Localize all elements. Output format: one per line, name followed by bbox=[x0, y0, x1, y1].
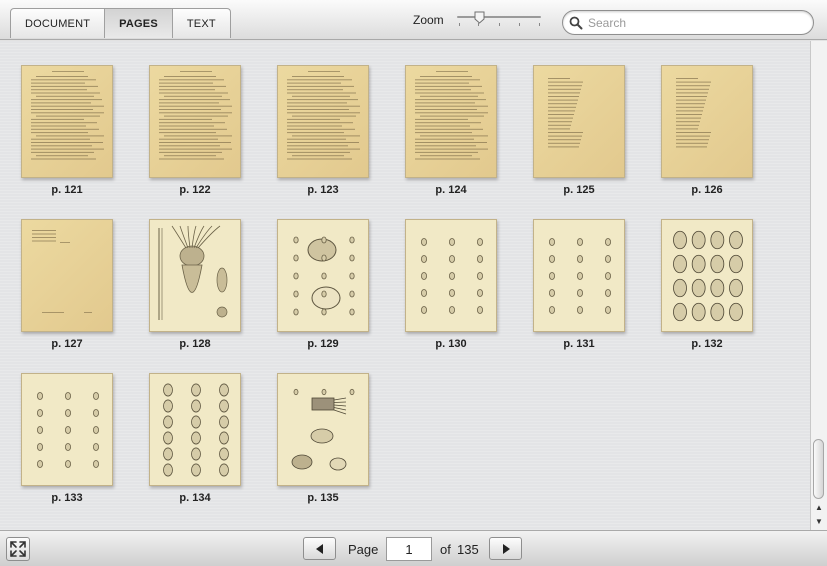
zoom-track bbox=[457, 16, 541, 18]
zoom-tick bbox=[459, 23, 460, 26]
page-preview-image[interactable] bbox=[277, 219, 369, 332]
zoom-tick bbox=[539, 23, 540, 26]
search-input[interactable] bbox=[588, 15, 808, 30]
tab-pages[interactable]: PAGES bbox=[105, 9, 173, 38]
page-preview-image[interactable] bbox=[277, 373, 369, 486]
page-scan-image bbox=[287, 71, 360, 160]
arrow-right-icon bbox=[502, 543, 510, 554]
scrollbar-thumb[interactable] bbox=[813, 439, 824, 499]
page-number-label: p. 126 bbox=[691, 184, 723, 196]
page-label: Page bbox=[348, 542, 379, 557]
page-scan-image bbox=[548, 78, 583, 148]
page-preview-image[interactable] bbox=[533, 65, 625, 178]
zoom-label: Zoom bbox=[413, 13, 444, 27]
next-page-button[interactable] bbox=[489, 537, 522, 560]
view-tabs: DOCUMENT PAGES TEXT bbox=[10, 8, 231, 38]
page-number-label: p. 128 bbox=[179, 338, 211, 350]
page-scan-image bbox=[158, 225, 228, 320]
page-number-input[interactable] bbox=[386, 537, 432, 561]
page-scan-image bbox=[673, 230, 743, 322]
page-scan-image bbox=[548, 238, 612, 314]
page-number-label: p. 125 bbox=[563, 184, 595, 196]
page-preview-image[interactable] bbox=[21, 373, 113, 486]
page-scan-image bbox=[415, 71, 488, 160]
tab-document[interactable]: DOCUMENT bbox=[11, 9, 106, 38]
page-scan-image bbox=[163, 383, 229, 477]
page-scan-image bbox=[291, 388, 355, 471]
previous-page-button[interactable] bbox=[303, 537, 336, 560]
search-icon bbox=[569, 16, 583, 29]
page-scan-image bbox=[32, 230, 92, 313]
page-preview-image[interactable] bbox=[405, 219, 497, 332]
page-scan-image bbox=[293, 236, 355, 316]
fullscreen-icon bbox=[10, 541, 26, 557]
scroll-down-button[interactable]: ▼ bbox=[811, 515, 827, 529]
pages-grid: p. 121 p. 122 p. 123 p. 124 p. 125 p. 126 p. 1… bbox=[0, 41, 810, 530]
search-box bbox=[562, 10, 814, 35]
zoom-tick bbox=[499, 23, 500, 26]
page-preview-image[interactable] bbox=[277, 65, 369, 178]
page-number-label: p. 130 bbox=[435, 338, 467, 350]
page-number-label: p. 122 bbox=[179, 184, 211, 196]
page-number-label: p. 135 bbox=[307, 492, 339, 504]
top-toolbar: DOCUMENT PAGES TEXT Zoom bbox=[0, 0, 827, 40]
bottom-bar: Page of 135 bbox=[0, 530, 827, 566]
page-number-label: p. 123 bbox=[307, 184, 339, 196]
total-pages: 135 bbox=[457, 542, 479, 557]
page-number-label: p. 127 bbox=[51, 338, 83, 350]
of-label: of bbox=[440, 542, 451, 557]
page-preview-image[interactable] bbox=[149, 219, 241, 332]
page-number-label: p. 132 bbox=[691, 338, 723, 350]
page-number-label: p. 131 bbox=[563, 338, 595, 350]
page-preview-image[interactable] bbox=[661, 65, 753, 178]
page-scan-image bbox=[36, 392, 100, 468]
page-preview-image[interactable] bbox=[21, 219, 113, 332]
page-scan-image bbox=[676, 78, 711, 148]
page-number-label: p. 133 bbox=[51, 492, 83, 504]
page-preview-image[interactable] bbox=[149, 373, 241, 486]
page-number-label: p. 129 bbox=[307, 338, 339, 350]
zoom-slider[interactable] bbox=[455, 10, 543, 30]
page-preview-image[interactable] bbox=[405, 65, 497, 178]
page-scan-image bbox=[159, 71, 232, 160]
scroll-up-button[interactable]: ▲ bbox=[811, 501, 827, 515]
fullscreen-button[interactable] bbox=[6, 537, 30, 561]
zoom-tick bbox=[519, 23, 520, 26]
page-preview-image[interactable] bbox=[21, 65, 113, 178]
page-preview-image[interactable] bbox=[533, 219, 625, 332]
page-number-label: p. 124 bbox=[435, 184, 467, 196]
page-scan-image bbox=[31, 71, 104, 160]
page-number-label: p. 134 bbox=[179, 492, 211, 504]
page-scan-image bbox=[420, 238, 484, 314]
vertical-scrollbar[interactable]: ▲ ▼ bbox=[810, 41, 827, 530]
page-preview-image[interactable] bbox=[661, 219, 753, 332]
page-number-label: p. 121 bbox=[51, 184, 83, 196]
page-preview-image[interactable] bbox=[149, 65, 241, 178]
zoom-slider-thumb[interactable] bbox=[474, 11, 485, 24]
tab-text[interactable]: TEXT bbox=[173, 9, 230, 38]
arrow-left-icon bbox=[315, 543, 323, 554]
